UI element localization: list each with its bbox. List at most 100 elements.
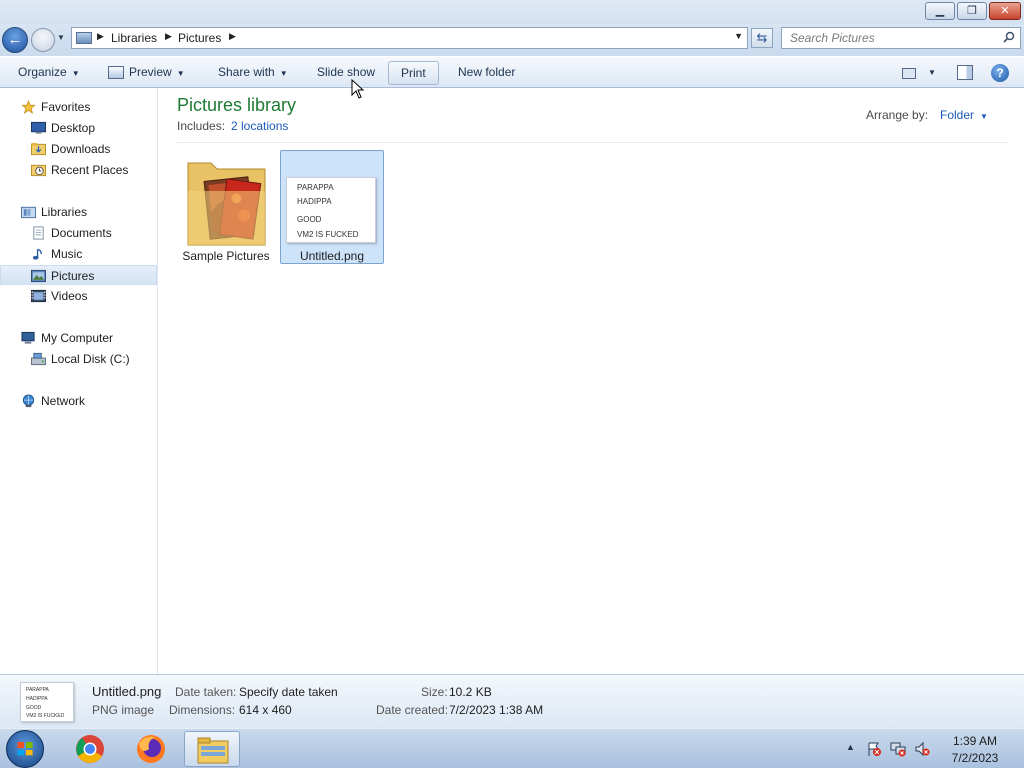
breadcrumb-libraries[interactable]: Libraries xyxy=(111,31,157,45)
details-file-type: PNG image xyxy=(92,703,155,717)
breadcrumb-separator-icon[interactable]: ▶ xyxy=(97,31,104,42)
file-name-label: Sample Pictures xyxy=(182,249,270,263)
sidebar-item-recent-places[interactable]: Recent Places xyxy=(0,160,157,180)
folder-icon xyxy=(187,162,266,246)
minimize-icon: ▁ xyxy=(935,5,945,17)
slide-show-button[interactable]: Slide show xyxy=(313,61,379,85)
videos-icon xyxy=(31,289,46,303)
thumbnail-text-line: VM2 IS FUCKED xyxy=(26,713,65,719)
sidebar-item-label: Libraries xyxy=(41,205,88,219)
network-status-icon[interactable] xyxy=(890,741,906,757)
breadcrumb-separator-icon[interactable]: ▶ xyxy=(165,31,172,42)
taskbar-firefox[interactable] xyxy=(123,731,179,767)
recent-pages-dropdown-icon[interactable]: ▼ xyxy=(57,33,65,42)
close-button[interactable]: ✕ xyxy=(989,2,1021,20)
sidebar-item-label: Downloads xyxy=(51,142,111,156)
firefox-icon xyxy=(137,735,165,763)
refresh-button[interactable]: ⇆ xyxy=(751,28,773,48)
file-item-untitled-png[interactable]: PARAPPA HADIPPA GOOD VM2 IS FUCKED Untit… xyxy=(280,150,384,264)
forward-button[interactable] xyxy=(31,28,55,52)
sidebar-item-label: Pictures xyxy=(51,269,95,283)
sidebar-item-label: Local Disk (C:) xyxy=(51,352,130,366)
sidebar-item-libraries[interactable]: Libraries xyxy=(0,202,157,222)
show-hidden-icons-button[interactable]: ▲ xyxy=(846,742,855,752)
sidebar-item-favorites[interactable]: Favorites xyxy=(0,97,157,117)
sidebar-item-downloads[interactable]: Downloads xyxy=(0,139,157,159)
start-button[interactable] xyxy=(6,730,44,768)
thumbnail-text-line: PARAPPA xyxy=(297,183,334,192)
page-title: Pictures library xyxy=(177,95,297,115)
maximize-icon: ❐ xyxy=(967,5,977,17)
date-created-label: Date created: xyxy=(376,703,449,717)
details-pane: PARAPPA HADIPPA GOOD VM2 IS FUCKED Untit… xyxy=(0,674,1024,728)
sidebar-item-pictures[interactable]: Pictures xyxy=(0,265,157,285)
maximize-button[interactable]: ❐ xyxy=(957,2,987,20)
minimize-button[interactable]: ▁ xyxy=(925,2,955,20)
refresh-icon: ⇆ xyxy=(756,30,768,45)
windows-logo-icon xyxy=(17,741,33,756)
file-list-pane[interactable]: Pictures library Includes: 2 locations A… xyxy=(159,88,1024,674)
volume-muted-icon[interactable] xyxy=(914,741,930,757)
sidebar-item-network[interactable]: Network xyxy=(0,391,157,411)
pictures-icon xyxy=(31,269,46,283)
breadcrumb-pictures[interactable]: Pictures xyxy=(178,31,221,45)
help-button[interactable]: ? xyxy=(991,64,1009,82)
back-button[interactable]: ← xyxy=(2,27,28,53)
chevron-down-icon: ▼ xyxy=(980,112,988,121)
sidebar-item-label: Videos xyxy=(51,289,88,303)
help-icon: ? xyxy=(996,66,1004,80)
sidebar-item-label: Documents xyxy=(51,226,112,240)
taskbar-chrome[interactable] xyxy=(62,731,118,767)
sidebar-item-my-computer[interactable]: My Computer xyxy=(0,328,157,348)
search-input[interactable]: Search Pictures xyxy=(790,31,875,45)
preview-label: Preview xyxy=(129,65,172,79)
documents-icon xyxy=(33,226,44,240)
search-icon[interactable] xyxy=(1003,31,1015,43)
star-icon xyxy=(21,100,36,114)
sidebar-item-local-disk[interactable]: Local Disk (C:) xyxy=(0,349,157,369)
address-dropdown-icon[interactable]: ▼ xyxy=(734,31,743,41)
clock-time[interactable]: 1:39 AM xyxy=(940,734,1010,748)
recent-places-icon xyxy=(31,164,46,177)
preview-button[interactable]: Preview ▼ xyxy=(104,61,189,85)
chrome-icon xyxy=(76,735,104,763)
organize-button[interactable]: Organize ▼ xyxy=(14,61,84,85)
details-file-name: Untitled.png xyxy=(92,684,162,699)
desktop-icon xyxy=(31,121,46,134)
includes-locations-link[interactable]: 2 locations xyxy=(231,119,288,133)
new-folder-button[interactable]: New folder xyxy=(454,61,519,85)
arrange-by-dropdown[interactable]: Folder ▼ xyxy=(940,108,988,122)
taskbar-windows-explorer[interactable] xyxy=(184,731,240,767)
change-view-button[interactable] xyxy=(902,66,916,80)
details-thumbnail: PARAPPA HADIPPA GOOD VM2 IS FUCKED xyxy=(20,682,74,722)
sidebar-item-documents[interactable]: Documents xyxy=(0,223,157,243)
size-label: Size: xyxy=(421,685,448,699)
file-item-sample-pictures[interactable]: Sample Pictures xyxy=(174,150,278,264)
action-center-flag-icon[interactable] xyxy=(866,741,882,757)
sidebar-item-desktop[interactable]: Desktop xyxy=(0,118,157,138)
sidebar-item-label: Music xyxy=(51,247,83,261)
slide-show-label: Slide show xyxy=(317,65,376,79)
view-dropdown-icon[interactable]: ▼ xyxy=(928,68,936,77)
chevron-down-icon: ▼ xyxy=(71,69,80,78)
date-taken-value[interactable]: Specify date taken xyxy=(239,685,338,699)
sidebar-item-label: Desktop xyxy=(51,121,96,135)
preview-pane-button[interactable] xyxy=(957,65,973,80)
thumbnail-text-line: VM2 IS FUCKED xyxy=(297,230,359,239)
local-disk-icon xyxy=(31,352,46,366)
search-box[interactable]: Search Pictures xyxy=(781,27,1021,49)
share-with-label: Share with xyxy=(218,65,275,79)
print-button[interactable]: Print xyxy=(388,61,439,85)
libraries-icon xyxy=(21,206,36,219)
organize-label: Organize xyxy=(18,65,67,79)
sidebar-item-label: Recent Places xyxy=(51,163,129,177)
navigation-pane: Favorites Desktop Downloads Recent Place… xyxy=(0,88,158,674)
clock-date[interactable]: 7/2/2023 xyxy=(940,751,1010,765)
share-with-button[interactable]: Share with ▼ xyxy=(214,61,292,85)
address-bar[interactable]: ▶ Libraries ▶ Pictures ▶ ▼ xyxy=(71,27,748,49)
sidebar-item-videos[interactable]: Videos xyxy=(0,286,157,306)
sidebar-item-music[interactable]: Music xyxy=(0,244,157,264)
sidebar-item-label: My Computer xyxy=(41,331,114,345)
chevron-down-icon: ▼ xyxy=(279,69,288,78)
breadcrumb-separator-icon[interactable]: ▶ xyxy=(229,31,236,42)
